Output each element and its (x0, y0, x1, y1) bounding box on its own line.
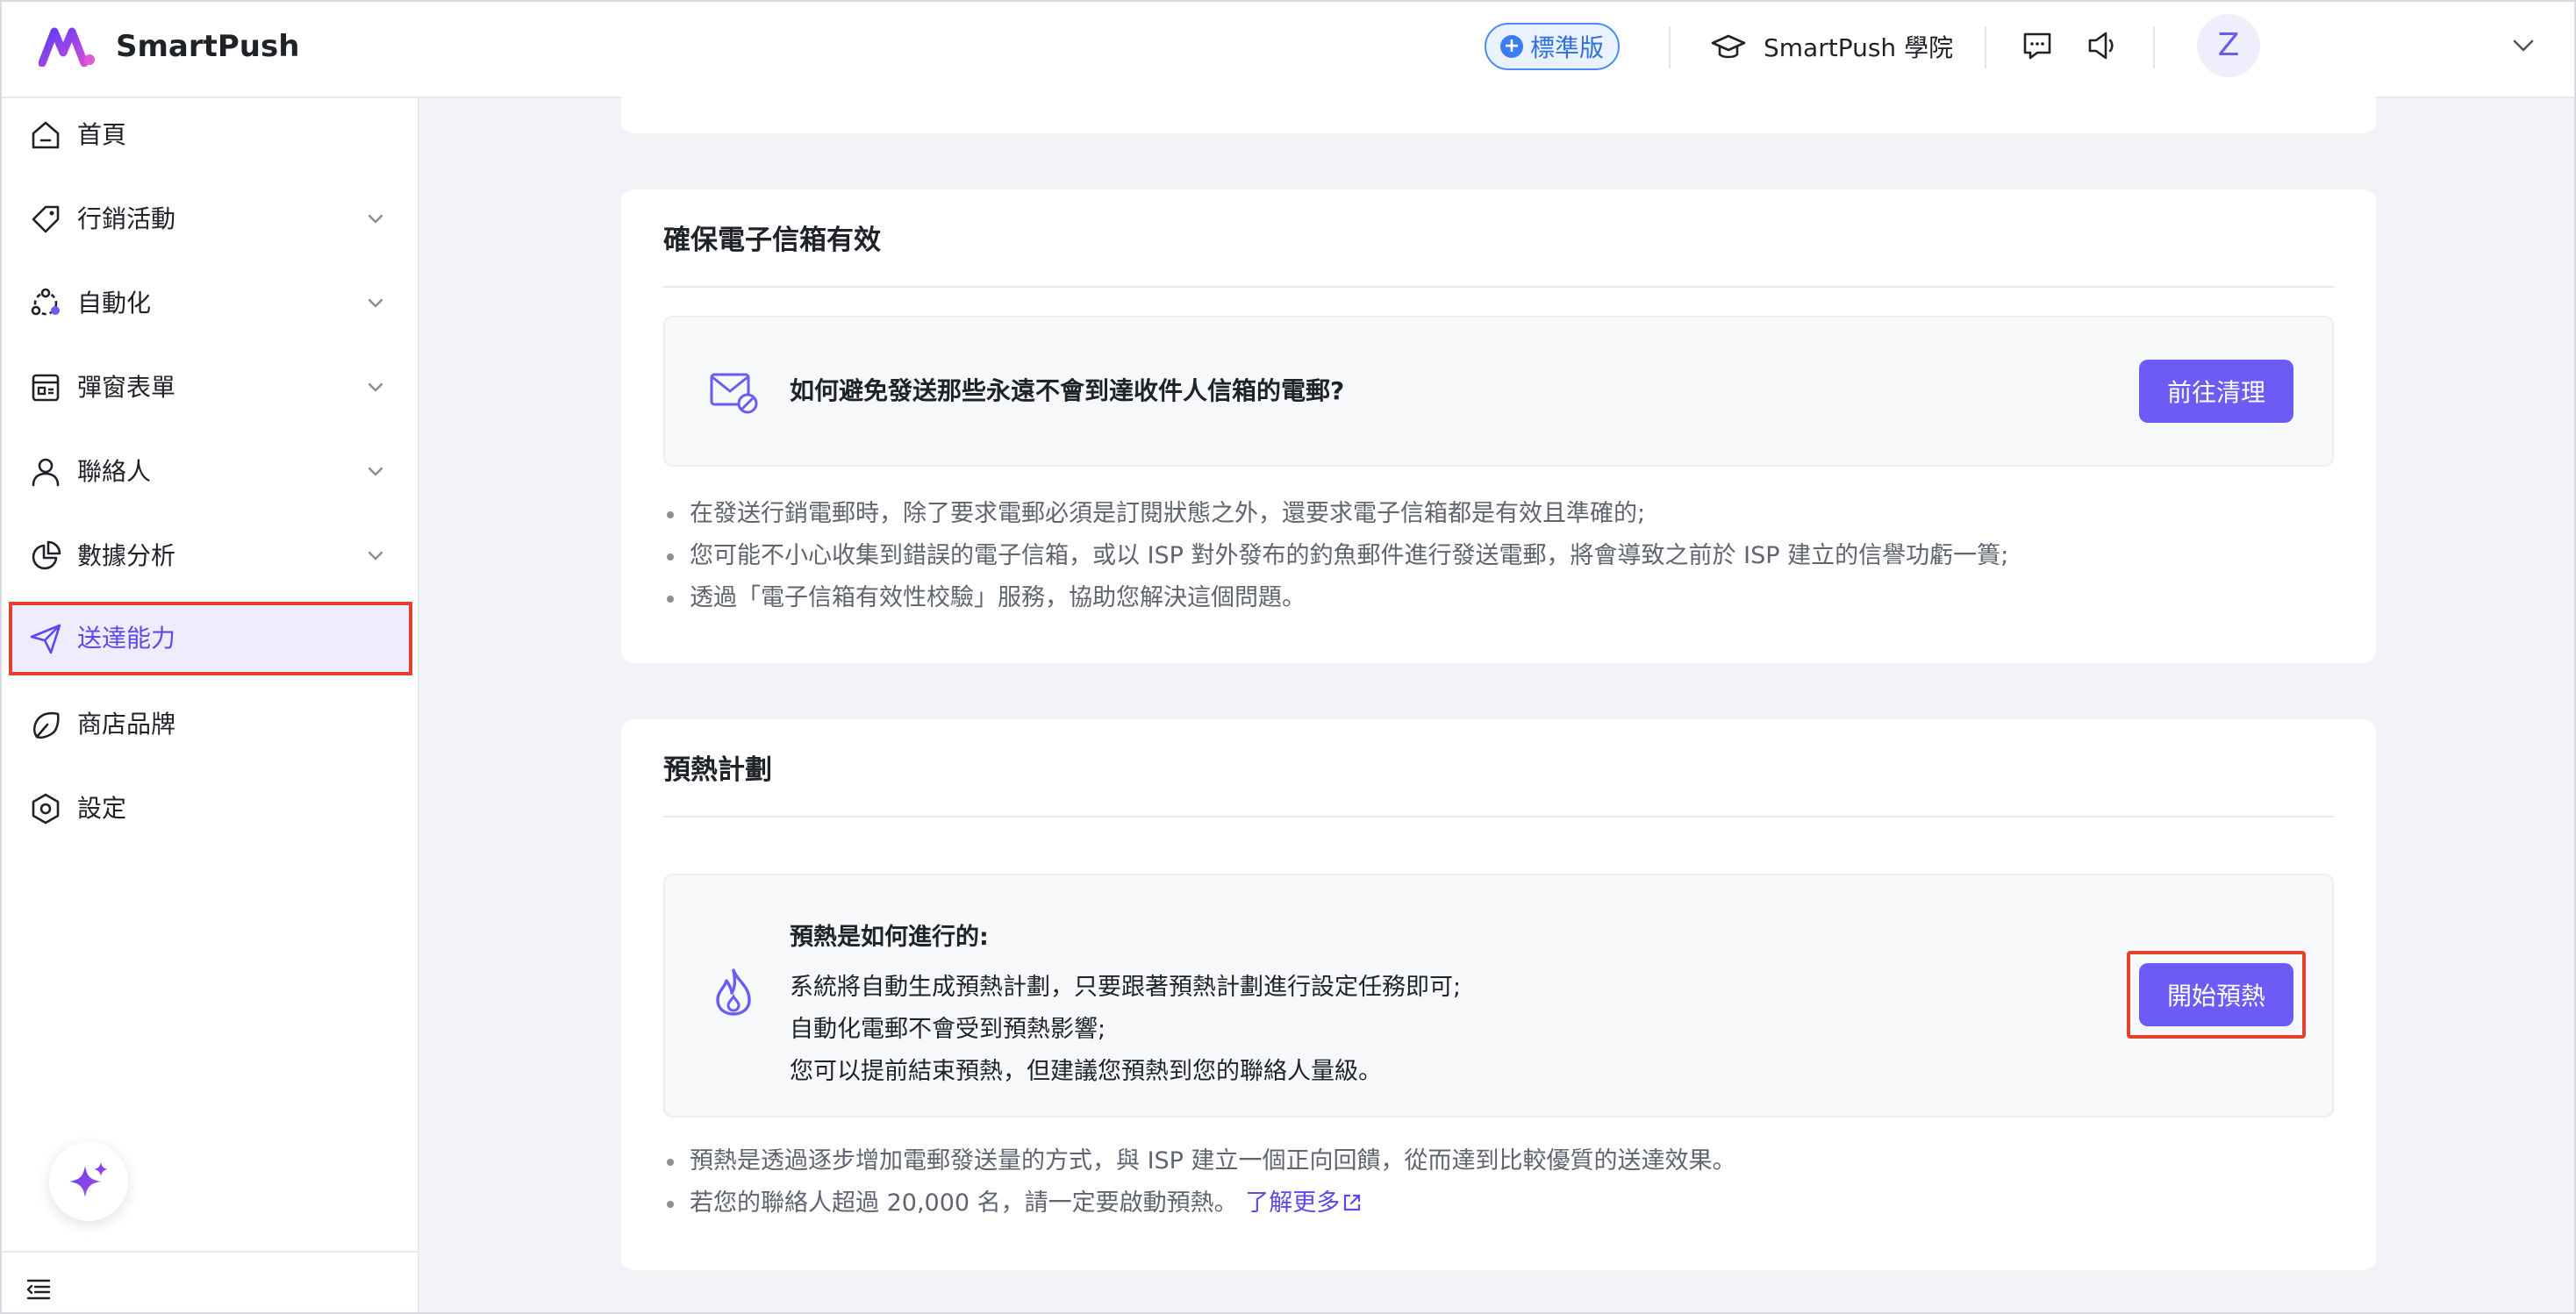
email-validity-notes: 在發送行銷電郵時，除了要求電郵必須是訂閱狀態之外，還要求電子信箱都是有效且準確的… (663, 493, 2008, 619)
list-item: 透過「電子信箱有效性校驗」服務，協助您解決這個問題。 (663, 577, 2008, 619)
warmup-line: 您可以提前結束預熱，但建議您預熱到您的聯絡人量級。 (790, 1058, 1382, 1085)
plus-icon: + (1499, 35, 1523, 58)
header-divider (1669, 26, 1671, 68)
sidebar-item-popup-forms[interactable]: 彈窗表單 (9, 351, 412, 425)
sidebar-item-deliverability[interactable]: 送達能力 (9, 602, 412, 675)
user-icon (32, 458, 60, 487)
collapse-menu-icon[interactable] (25, 1275, 53, 1303)
chevron-down-icon (368, 298, 383, 308)
previous-section-card (621, 81, 2376, 133)
highlight-box (2127, 951, 2306, 1039)
warmup-panel: 預熱是如何進行的: 系統將自動生成預熱計劃，只要跟著預熱計劃進行設定任務即可; … (663, 874, 2334, 1118)
header-divider (2153, 26, 2155, 68)
email-validity-title: 確保電子信箱有效 (663, 225, 881, 256)
list-item-text: 若您的聯絡人超過 20,000 名，請一定要啟動預熱。 (690, 1189, 1238, 1217)
sidebar-item-home[interactable]: 首頁 (9, 98, 412, 172)
chevron-down-icon (368, 551, 383, 561)
pie-chart-icon (32, 540, 61, 570)
sparkle-icon (69, 1162, 108, 1197)
sidebar-item-store-brand[interactable]: 商店品牌 (9, 688, 412, 761)
email-validity-question: 如何避免發送那些永遠不會到達收件人信箱的電郵? (790, 376, 1345, 405)
warmup-plan-card: 預熱計劃 預熱是如何進行的: 系統將自動生成預熱計劃，只要跟著預熱計劃進行設定任… (621, 719, 2376, 1270)
warmup-heading: 預熱是如何進行的: (790, 924, 989, 951)
ai-assistant-button[interactable] (49, 1142, 128, 1221)
email-validity-panel: 如何避免發送那些永遠不會到達收件人信箱的電郵? 前往清理 (663, 316, 2334, 467)
avatar[interactable]: Z (2197, 14, 2260, 77)
list-item: 在發送行銷電郵時，除了要求電郵必須是訂閱狀態之外，還要求電子信箱都是有效且準確的… (663, 493, 2008, 535)
sidebar: 首頁 行銷活動 自動化 彈窗表單 聯絡人 數據分析 送達能力 商店品牌 設定 (2, 98, 419, 1312)
sidebar-item-label: 數據分析 (77, 541, 176, 570)
chevron-down-icon[interactable] (2508, 30, 2539, 61)
sidebar-item-label: 送達能力 (77, 624, 176, 653)
sidebar-item-label: 彈窗表單 (77, 373, 176, 402)
form-icon (32, 374, 60, 402)
graduation-cap-icon (1711, 34, 1746, 59)
chevron-down-icon (368, 214, 383, 224)
academy-label: SmartPush 學院 (1764, 33, 1954, 62)
list-item: 預熱是透過逐步增加電郵發送量的方式，與 ISP 建立一個正向回饋，從而達到比較優… (663, 1140, 1736, 1182)
smartpush-logo (39, 27, 95, 67)
sidebar-item-marketing[interactable]: 行銷活動 (9, 182, 412, 256)
tag-icon (32, 205, 60, 233)
learn-more-label: 了解更多 (1245, 1189, 1341, 1217)
chat-icon[interactable] (2020, 28, 2055, 63)
sidebar-divider (2, 1251, 418, 1253)
plan-badge[interactable]: + 標準版 (1485, 23, 1620, 70)
learn-more-link[interactable]: 了解更多 (1245, 1189, 1363, 1217)
brand-name: SmartPush (116, 29, 300, 64)
warmup-line: 自動化電郵不會受到預熱影響; (790, 1016, 1106, 1043)
sidebar-item-label: 聯絡人 (77, 457, 152, 486)
sidebar-item-label: 設定 (77, 794, 127, 823)
sidebar-item-label: 行銷活動 (77, 204, 176, 233)
sidebar-item-label: 首頁 (77, 120, 127, 149)
section-divider (663, 816, 2334, 818)
academy-link[interactable]: SmartPush 學院 (1711, 25, 1953, 68)
warmup-line: 系統將自動生成預熱計劃，只要跟著預熱計劃進行設定任務即可; (790, 974, 1462, 1001)
flame-icon (716, 968, 751, 1016)
brand-icon (33, 711, 60, 739)
go-clean-button[interactable]: 前往清理 (2139, 360, 2293, 423)
sidebar-item-contacts[interactable]: 聯絡人 (9, 435, 412, 509)
list-item: 您可能不小心收集到錯誤的電子信箱，或以 ISP 對外發布的釣魚郵件進行發送電郵，… (663, 535, 2008, 577)
warmup-plan-title: 預熱計劃 (663, 754, 772, 786)
home-icon (32, 121, 60, 149)
plan-badge-label: 標準版 (1529, 33, 1604, 62)
chevron-down-icon (368, 467, 383, 476)
send-icon (30, 624, 61, 654)
sidebar-item-settings[interactable]: 設定 (9, 772, 412, 846)
announcement-icon[interactable] (2085, 28, 2120, 63)
settings-icon (32, 793, 60, 825)
email-validity-card: 確保電子信箱有效 如何避免發送那些永遠不會到達收件人信箱的電郵? 前往清理 在發… (621, 189, 2376, 663)
mail-blocked-icon (710, 373, 758, 414)
app-window: SmartPush + 標準版 SmartPush 學院 Z 首頁 行銷活動 自… (0, 0, 2576, 1314)
warmup-notes: 預熱是透過逐步增加電郵發送量的方式，與 ISP 建立一個正向回饋，從而達到比較優… (663, 1140, 1736, 1225)
sidebar-item-label: 商店品牌 (77, 710, 176, 739)
sidebar-item-label: 自動化 (77, 289, 152, 318)
external-link-icon (1344, 1194, 1361, 1211)
automation-icon (31, 288, 60, 316)
sidebar-item-analytics[interactable]: 數據分析 (9, 519, 412, 593)
section-divider (663, 286, 2334, 288)
sidebar-item-automation[interactable]: 自動化 (9, 267, 412, 340)
header-divider (1985, 26, 1986, 68)
list-item: 若您的聯絡人超過 20,000 名，請一定要啟動預熱。 了解更多 (663, 1182, 1736, 1225)
warmup-description: 系統將自動生成預熱計劃，只要跟著預熱計劃進行設定任務即可; 自動化電郵不會受到預… (790, 967, 1461, 1093)
chevron-down-icon (368, 382, 383, 392)
